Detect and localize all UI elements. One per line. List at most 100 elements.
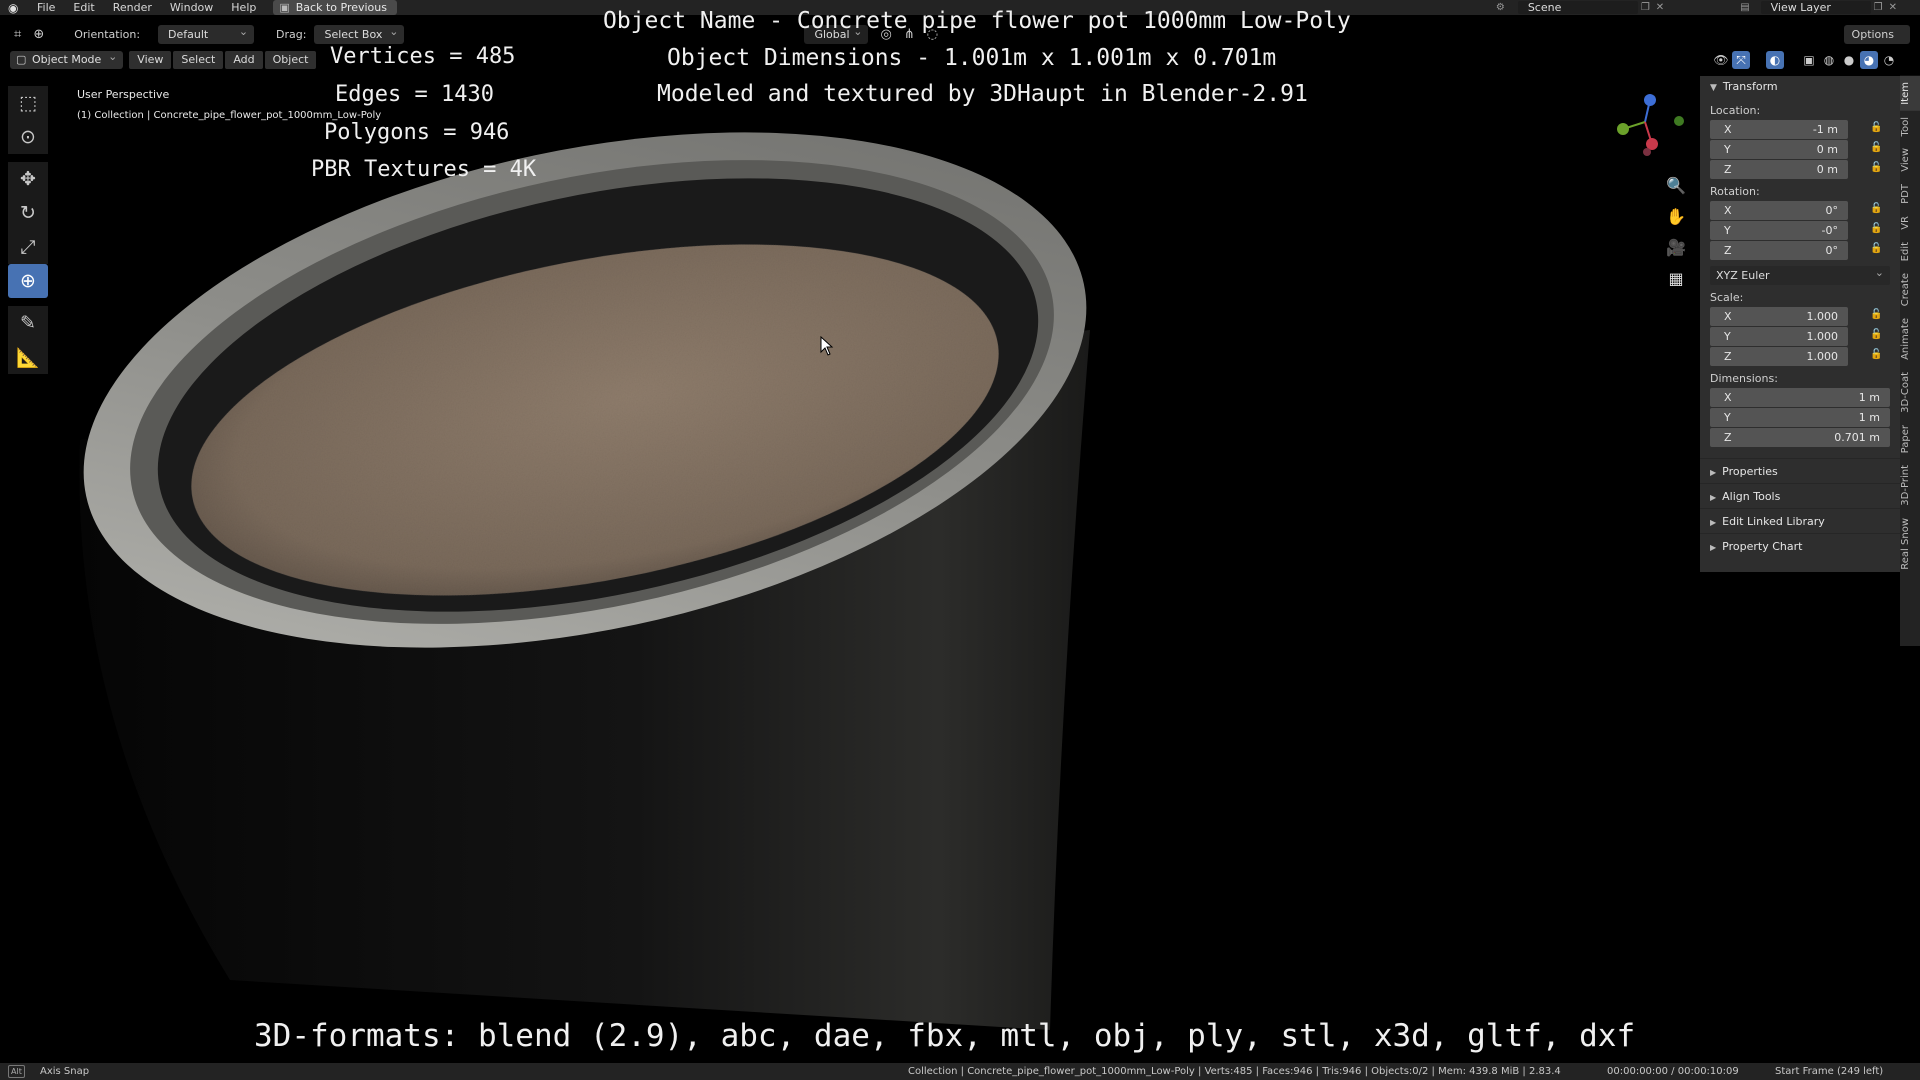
copy-scene-icon[interactable]: ❐ xyxy=(1641,2,1650,13)
transform-panel-header[interactable]: ▼ Transform xyxy=(1700,76,1900,98)
tab-3d-print[interactable]: 3D-Print xyxy=(1900,459,1920,512)
tab-view[interactable]: View xyxy=(1900,142,1920,178)
select-menu[interactable]: Select xyxy=(173,51,224,69)
scale-x-field[interactable]: X 1.000 🔓 xyxy=(1710,307,1882,326)
axis-label: X xyxy=(1724,310,1732,323)
zoom-icon[interactable]: 🔍 xyxy=(1663,170,1689,201)
back-to-previous-button[interactable]: ▣ Back to Previous xyxy=(273,0,397,15)
remove-scene-icon[interactable]: ✕ xyxy=(1656,2,1664,13)
pbr-textures-text: PBR Textures = 4K xyxy=(311,157,537,182)
overlays-icon[interactable]: ◐ xyxy=(1766,51,1784,69)
pan-hand-icon[interactable]: ✋ xyxy=(1663,201,1689,232)
navigation-tools: 🔍 ✋ 🎥 ▦ xyxy=(1663,170,1689,294)
location-x-field[interactable]: X -1 m 🔓 xyxy=(1710,120,1882,139)
field-value: 1.000 xyxy=(1806,310,1839,323)
remove-view-layer-icon[interactable]: ✕ xyxy=(1889,2,1897,13)
copy-view-layer-icon[interactable]: ❐ xyxy=(1874,2,1883,13)
wireframe-shading-icon[interactable]: ◍ xyxy=(1820,51,1838,69)
axis-label: Z xyxy=(1724,163,1732,176)
axis-label: Z xyxy=(1724,431,1732,444)
tab-item[interactable]: Item xyxy=(1900,76,1920,111)
camera-view-icon[interactable]: 🎥 xyxy=(1663,232,1689,263)
tab-pdt[interactable]: PDT xyxy=(1900,178,1920,210)
tab-3d-coat[interactable]: 3D-Coat xyxy=(1900,366,1920,419)
transform-tool-icon[interactable]: ⊕ xyxy=(8,264,48,298)
y-axis-handle[interactable] xyxy=(1617,123,1629,135)
lock-icon[interactable]: 🔓 xyxy=(1870,162,1882,173)
location-z-field[interactable]: Z 0 m 🔓 xyxy=(1710,160,1882,179)
tab-create[interactable]: Create xyxy=(1900,267,1920,312)
properties-subpanel[interactable]: ▶ Properties xyxy=(1700,458,1900,483)
menu-edit[interactable]: Edit xyxy=(64,1,103,14)
dimensions-label: Dimensions: xyxy=(1710,372,1778,385)
neg-x-axis-handle[interactable] xyxy=(1643,148,1651,156)
rotation-y-field[interactable]: Y -0° 🔓 xyxy=(1710,221,1882,240)
annotate-tool-icon[interactable]: ✎ xyxy=(8,306,48,340)
options-dropdown[interactable]: Options xyxy=(1843,25,1910,44)
scale-y-field[interactable]: Y 1.000 🔓 xyxy=(1710,327,1882,346)
lock-icon[interactable]: 🔓 xyxy=(1870,203,1882,214)
lock-icon[interactable]: 🔓 xyxy=(1870,329,1882,340)
blender-logo-icon[interactable]: ◉ xyxy=(8,1,28,15)
add-menu[interactable]: Add xyxy=(225,51,263,69)
align-tools-subpanel[interactable]: ▶ Align Tools xyxy=(1700,483,1900,508)
lock-icon[interactable]: 🔓 xyxy=(1870,349,1882,360)
object-menu[interactable]: Object xyxy=(264,51,317,69)
lock-icon[interactable]: 🔓 xyxy=(1870,142,1882,153)
timecode: 00:00:00:00 / 00:00:10:09 xyxy=(1607,1066,1739,1077)
edit-linked-library-subpanel[interactable]: ▶ Edit Linked Library xyxy=(1700,508,1900,533)
navigation-gizmo[interactable] xyxy=(1605,86,1685,166)
lock-icon[interactable]: 🔓 xyxy=(1870,223,1882,234)
menu-file[interactable]: File xyxy=(28,1,64,14)
scene-name-field[interactable]: Scene xyxy=(1517,1,1638,14)
menu-render[interactable]: Render xyxy=(104,1,161,14)
menu-help[interactable]: Help xyxy=(222,1,265,14)
lock-icon[interactable]: 🔓 xyxy=(1870,309,1882,320)
scene-selector[interactable]: ⚙ Scene ❐ ✕ xyxy=(1493,1,1667,14)
perspective-toggle-icon[interactable]: ▦ xyxy=(1663,263,1689,294)
move-tool-icon[interactable]: ✥ xyxy=(8,162,48,196)
object-mode-dropdown[interactable]: ▢ Object Mode xyxy=(10,48,124,69)
lock-icon[interactable]: 🔓 xyxy=(1870,122,1882,133)
rotation-mode-dropdown[interactable]: XYZ Euler xyxy=(1710,263,1890,285)
rotation-z-field[interactable]: Z 0° 🔓 xyxy=(1710,241,1882,260)
location-y-field[interactable]: Y 0 m 🔓 xyxy=(1710,140,1882,159)
tab-edit[interactable]: Edit xyxy=(1900,236,1920,267)
object-mode-label: Object Mode xyxy=(32,53,102,66)
cursor-tool-icon[interactable]: ⊙ xyxy=(8,120,48,154)
lock-icon[interactable]: 🔓 xyxy=(1870,243,1882,254)
neg-y-axis-handle[interactable] xyxy=(1674,116,1684,126)
gizmo-toggle-icon[interactable]: ⤧ xyxy=(1732,51,1750,69)
visibility-icon[interactable]: 👁 xyxy=(1712,51,1730,69)
material-preview-icon[interactable]: ◕ xyxy=(1860,51,1878,69)
tab-real-snow[interactable]: Real Snow xyxy=(1900,512,1920,576)
editor-type-icon[interactable]: ⌗ xyxy=(14,27,21,42)
view-menu[interactable]: View xyxy=(129,51,172,69)
active-tool-icon[interactable]: ⊕ xyxy=(33,27,44,42)
measure-tool-icon[interactable]: 📐 xyxy=(8,340,48,374)
dimensions-z-field[interactable]: Z 0.701 m xyxy=(1710,428,1890,447)
tab-paper[interactable]: Paper xyxy=(1900,419,1920,459)
scale-z-field[interactable]: Z 1.000 🔓 xyxy=(1710,347,1882,366)
z-axis-handle[interactable] xyxy=(1644,94,1656,106)
property-chart-subpanel[interactable]: ▶ Property Chart xyxy=(1700,533,1900,558)
tab-vr[interactable]: VR xyxy=(1900,210,1920,236)
tab-tool[interactable]: Tool xyxy=(1900,111,1920,142)
solid-shading-icon[interactable]: ● xyxy=(1840,51,1858,69)
screen-icon: ▣ xyxy=(279,1,290,14)
scale-tool-icon[interactable]: ⤢ xyxy=(8,230,48,264)
orientation-dropdown[interactable]: Default xyxy=(158,22,255,44)
tab-animate[interactable]: Animate xyxy=(1900,312,1920,366)
view-layer-name-field[interactable]: View Layer xyxy=(1760,1,1871,14)
rotation-x-field[interactable]: X 0° 🔓 xyxy=(1710,201,1882,220)
dimensions-y-field[interactable]: Y 1 m xyxy=(1710,408,1890,427)
rendered-shading-icon[interactable]: ◔ xyxy=(1880,51,1898,69)
xray-icon[interactable]: ▣ xyxy=(1800,51,1818,69)
view-layer-selector[interactable]: ▤ View Layer ❐ ✕ xyxy=(1737,1,1900,14)
rotate-tool-icon[interactable]: ↻ xyxy=(8,196,48,230)
menu-window[interactable]: Window xyxy=(161,1,222,14)
select-box-icon[interactable]: ⬚ xyxy=(8,86,48,120)
drag-dropdown[interactable]: Select Box xyxy=(314,22,405,44)
dimensions-x-field[interactable]: X 1 m xyxy=(1710,388,1890,407)
vertices-count-text: Vertices = 485 xyxy=(330,44,516,69)
